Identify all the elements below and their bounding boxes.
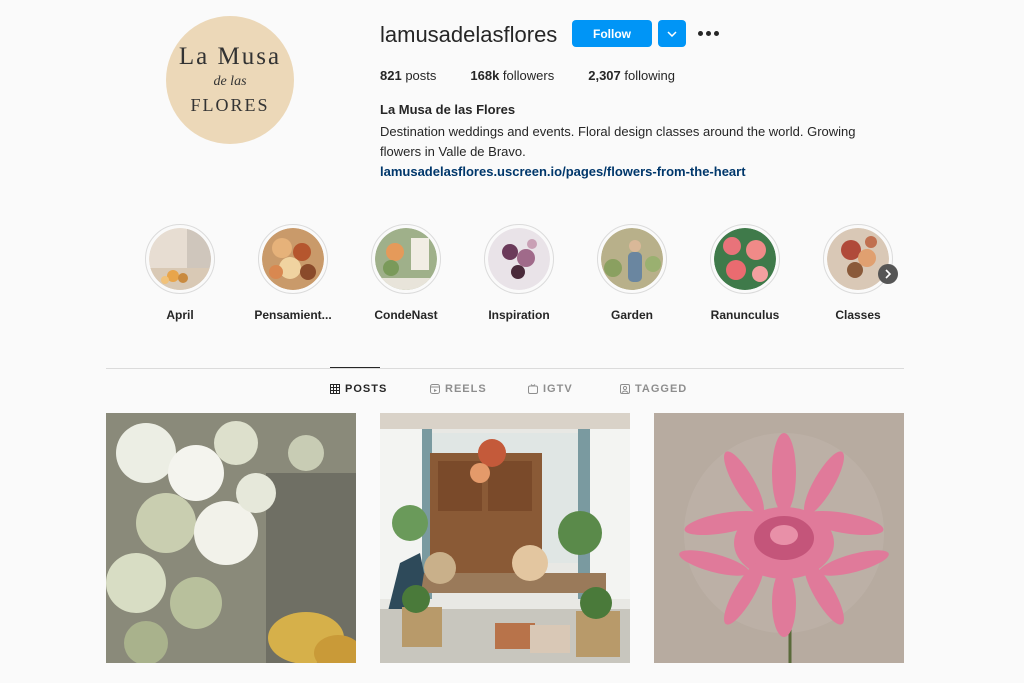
posts-count: 821 bbox=[380, 68, 402, 83]
story-highlights: April Pensamient... CondeNast Inspiratio… bbox=[140, 224, 920, 324]
followers-label: followers bbox=[499, 68, 555, 83]
post-image bbox=[380, 413, 630, 663]
highlight-ranunculus[interactable]: Ranunculus bbox=[705, 224, 785, 322]
followers-count: 168k bbox=[470, 68, 500, 83]
highlight-ring bbox=[597, 224, 667, 294]
highlight-cover bbox=[488, 228, 550, 290]
profile-full-name: La Musa de las Flores bbox=[380, 102, 516, 117]
highlight-ring bbox=[145, 224, 215, 294]
more-options-button[interactable] bbox=[696, 24, 720, 42]
active-tab-indicator bbox=[330, 367, 380, 368]
highlight-ring bbox=[484, 224, 554, 294]
logo-text-line2: de las bbox=[213, 74, 247, 89]
grid-icon bbox=[330, 384, 340, 394]
profile-bio: Destination weddings and events. Floral … bbox=[380, 124, 856, 159]
tab-igtv[interactable]: IGTV bbox=[528, 383, 573, 395]
tab-label: REELS bbox=[445, 383, 487, 395]
post-image bbox=[106, 413, 356, 663]
post-thumbnail[interactable] bbox=[106, 413, 356, 663]
more-dots-icon bbox=[697, 30, 703, 36]
highlight-cover bbox=[149, 228, 211, 290]
highlight-april[interactable]: April bbox=[140, 224, 220, 322]
chevron-right-icon bbox=[885, 269, 892, 279]
highlight-pensamientos[interactable]: Pensamient... bbox=[253, 224, 333, 322]
suggested-accounts-dropdown-button[interactable] bbox=[658, 20, 686, 47]
highlight-label: Garden bbox=[610, 308, 653, 322]
following-label: following bbox=[620, 68, 675, 83]
logo-text-line1: La Musa bbox=[178, 43, 282, 70]
profile-stats: 821 posts 168k followers 2,307 following bbox=[380, 68, 709, 83]
chevron-down-icon bbox=[667, 30, 677, 37]
highlight-cover bbox=[714, 228, 776, 290]
highlight-label: CondeNast bbox=[374, 308, 438, 322]
tab-reels[interactable]: REELS bbox=[430, 383, 487, 395]
tagged-icon bbox=[620, 384, 630, 394]
follow-button[interactable]: Follow bbox=[572, 20, 652, 47]
highlight-ring bbox=[371, 224, 441, 294]
highlight-label: Pensamient... bbox=[254, 308, 332, 322]
profile-website-link[interactable]: lamusadelasflores.uscreen.io/pages/flowe… bbox=[380, 164, 746, 179]
highlight-cover bbox=[262, 228, 324, 290]
highlight-garden[interactable]: Garden bbox=[592, 224, 672, 322]
following-count: 2,307 bbox=[588, 68, 621, 83]
profile-username: lamusadelasflores bbox=[380, 22, 558, 47]
logo-text-line3: FLORES bbox=[190, 95, 270, 115]
highlight-cover bbox=[375, 228, 437, 290]
highlight-label: Classes bbox=[835, 308, 881, 322]
post-thumbnail[interactable] bbox=[380, 413, 630, 663]
posts-label: posts bbox=[401, 68, 437, 83]
tab-label: POSTS bbox=[345, 383, 388, 395]
post-thumbnail[interactable] bbox=[654, 413, 904, 663]
highlight-condenast[interactable]: CondeNast bbox=[366, 224, 446, 322]
highlight-ring bbox=[823, 224, 893, 294]
profile-avatar[interactable]: La Musa de las FLORES bbox=[166, 16, 294, 144]
tab-label: TAGGED bbox=[635, 383, 688, 395]
highlight-ring bbox=[258, 224, 328, 294]
highlight-label: Ranunculus bbox=[710, 308, 780, 322]
followers-stat[interactable]: 168k followers bbox=[470, 68, 554, 83]
reels-icon bbox=[430, 384, 440, 394]
more-dot bbox=[713, 30, 719, 36]
post-image bbox=[654, 413, 904, 663]
posts-stat: 821 posts bbox=[380, 68, 436, 83]
tabs-divider bbox=[106, 368, 904, 369]
tab-posts[interactable]: POSTS bbox=[330, 383, 387, 395]
highlights-next-button[interactable] bbox=[878, 264, 898, 284]
highlight-label: April bbox=[166, 308, 194, 322]
highlight-inspiration[interactable]: Inspiration bbox=[479, 224, 559, 322]
profile-tabs: POSTS REELS IGTV TAGGED bbox=[106, 383, 904, 401]
igtv-icon bbox=[528, 384, 538, 394]
highlight-cover bbox=[601, 228, 663, 290]
following-stat[interactable]: 2,307 following bbox=[588, 68, 675, 83]
more-dot bbox=[705, 30, 711, 36]
tab-tagged[interactable]: TAGGED bbox=[620, 383, 687, 395]
highlight-label: Inspiration bbox=[488, 308, 550, 322]
highlight-ring bbox=[710, 224, 780, 294]
tab-label: IGTV bbox=[543, 383, 573, 395]
